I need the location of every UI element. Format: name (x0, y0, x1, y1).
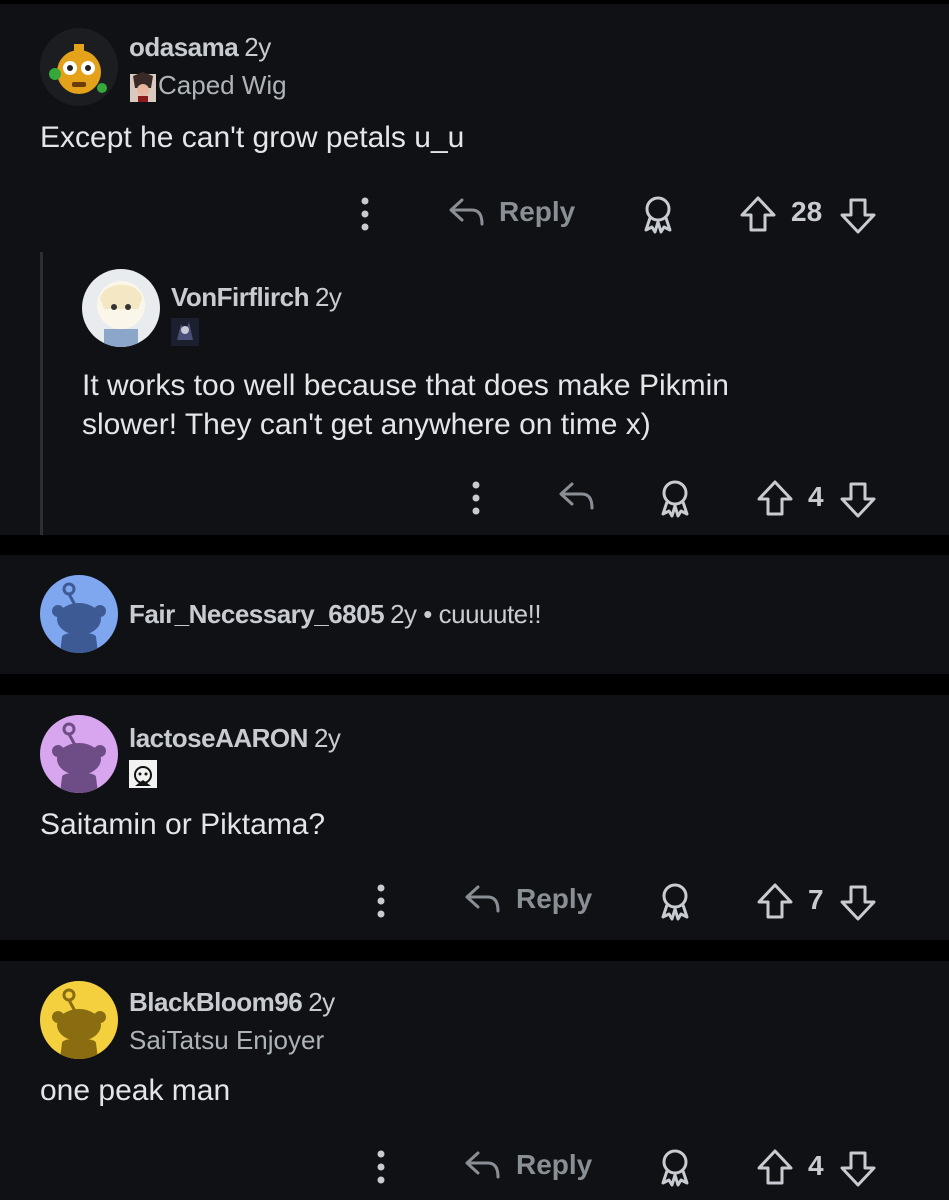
downvote-icon[interactable] (838, 196, 878, 236)
reply-arrow-icon[interactable] (446, 194, 486, 230)
reply-button[interactable]: Reply (516, 883, 592, 915)
comment-body: Saitamin or Piktama? (40, 808, 326, 841)
award-icon[interactable] (655, 881, 695, 921)
avatar[interactable] (40, 715, 118, 793)
avatar[interactable] (82, 269, 160, 347)
username[interactable]: VonFirflirch 2y (171, 282, 342, 313)
award-icon[interactable] (655, 478, 695, 518)
award-icon[interactable] (638, 194, 678, 234)
vote-score: 4 (808, 481, 824, 512)
more-options-icon[interactable] (371, 1147, 391, 1187)
reply-arrow-icon[interactable] (462, 1147, 502, 1183)
comment-body: Except he can't grow petals u_u (40, 121, 465, 154)
comment-body: one peak man (40, 1074, 231, 1107)
flair-emoji-icon (129, 760, 157, 788)
vote-score: 7 (808, 884, 824, 915)
username[interactable]: odasama 2y (129, 32, 271, 63)
downvote-icon[interactable] (838, 480, 878, 520)
username[interactable]: BlackBloom96 2y (129, 987, 335, 1018)
downvote-icon[interactable] (838, 1149, 878, 1189)
reply-arrow-icon[interactable] (556, 478, 596, 514)
user-flair: Caped Wig (158, 70, 287, 100)
comment-age: 2y (314, 282, 342, 312)
comment-lactoseaaron: lactoseAARON 2y Saitamin or Piktama? Repl… (0, 695, 949, 940)
reply-arrow-icon[interactable] (462, 881, 502, 917)
reply-button[interactable]: Reply (516, 1149, 592, 1181)
flair-emoji-icon (129, 70, 157, 104)
upvote-icon[interactable] (755, 1147, 795, 1187)
username-text[interactable]: Fair_Necessary_6805 (129, 599, 385, 629)
comment-age: 2y (308, 987, 335, 1017)
comment-body-line: slower! They can't get anywhere on time … (82, 408, 651, 441)
flair-emoji-icon (171, 318, 199, 346)
upvote-icon[interactable] (755, 881, 795, 921)
comment-collapsed[interactable]: Fair_Necessary_6805 2y • cuuuute!! (0, 555, 949, 674)
avatar[interactable] (40, 981, 118, 1059)
user-flair: SaiTatsu Enjoyer (129, 1025, 325, 1055)
upvote-icon[interactable] (755, 478, 795, 518)
comment-blackbloom96: BlackBloom96 2y SaiTatsu Enjoyer one peak… (0, 961, 949, 1200)
upvote-icon[interactable] (738, 194, 778, 234)
username[interactable]: lactoseAARON 2y (129, 723, 341, 754)
avatar[interactable] (40, 575, 118, 653)
separator-dot: • (423, 599, 432, 629)
comment-age: 2y (313, 723, 341, 753)
vote-score: 4 (808, 1150, 824, 1181)
username-text[interactable]: lactoseAARON (129, 723, 308, 753)
comment-age: 2y (390, 599, 417, 629)
more-options-icon[interactable] (371, 881, 391, 921)
more-options-icon[interactable] (355, 194, 375, 234)
comment-age: 2y (244, 32, 271, 62)
comment-body: It works too well because that does make… (82, 366, 729, 444)
username[interactable]: Fair_Necessary_6805 2y • cuuuute!! (129, 599, 542, 630)
comment-body-line: It works too well because that does make… (82, 369, 729, 402)
comment-thread-odasama: odasama 2y Caped Wig Except he can't grow… (0, 4, 949, 535)
award-icon[interactable] (655, 1147, 695, 1187)
thread-line[interactable] (40, 252, 43, 535)
avatar[interactable] (40, 28, 118, 106)
more-options-icon[interactable] (466, 478, 486, 518)
downvote-icon[interactable] (838, 883, 878, 923)
comment-preview: cuuuute!! (438, 599, 542, 629)
username-text[interactable]: BlackBloom96 (129, 987, 303, 1017)
username-text[interactable]: odasama (129, 32, 239, 62)
reply-button[interactable]: Reply (499, 196, 575, 228)
username-text[interactable]: VonFirflirch (171, 282, 309, 312)
vote-score: 28 (791, 196, 823, 227)
